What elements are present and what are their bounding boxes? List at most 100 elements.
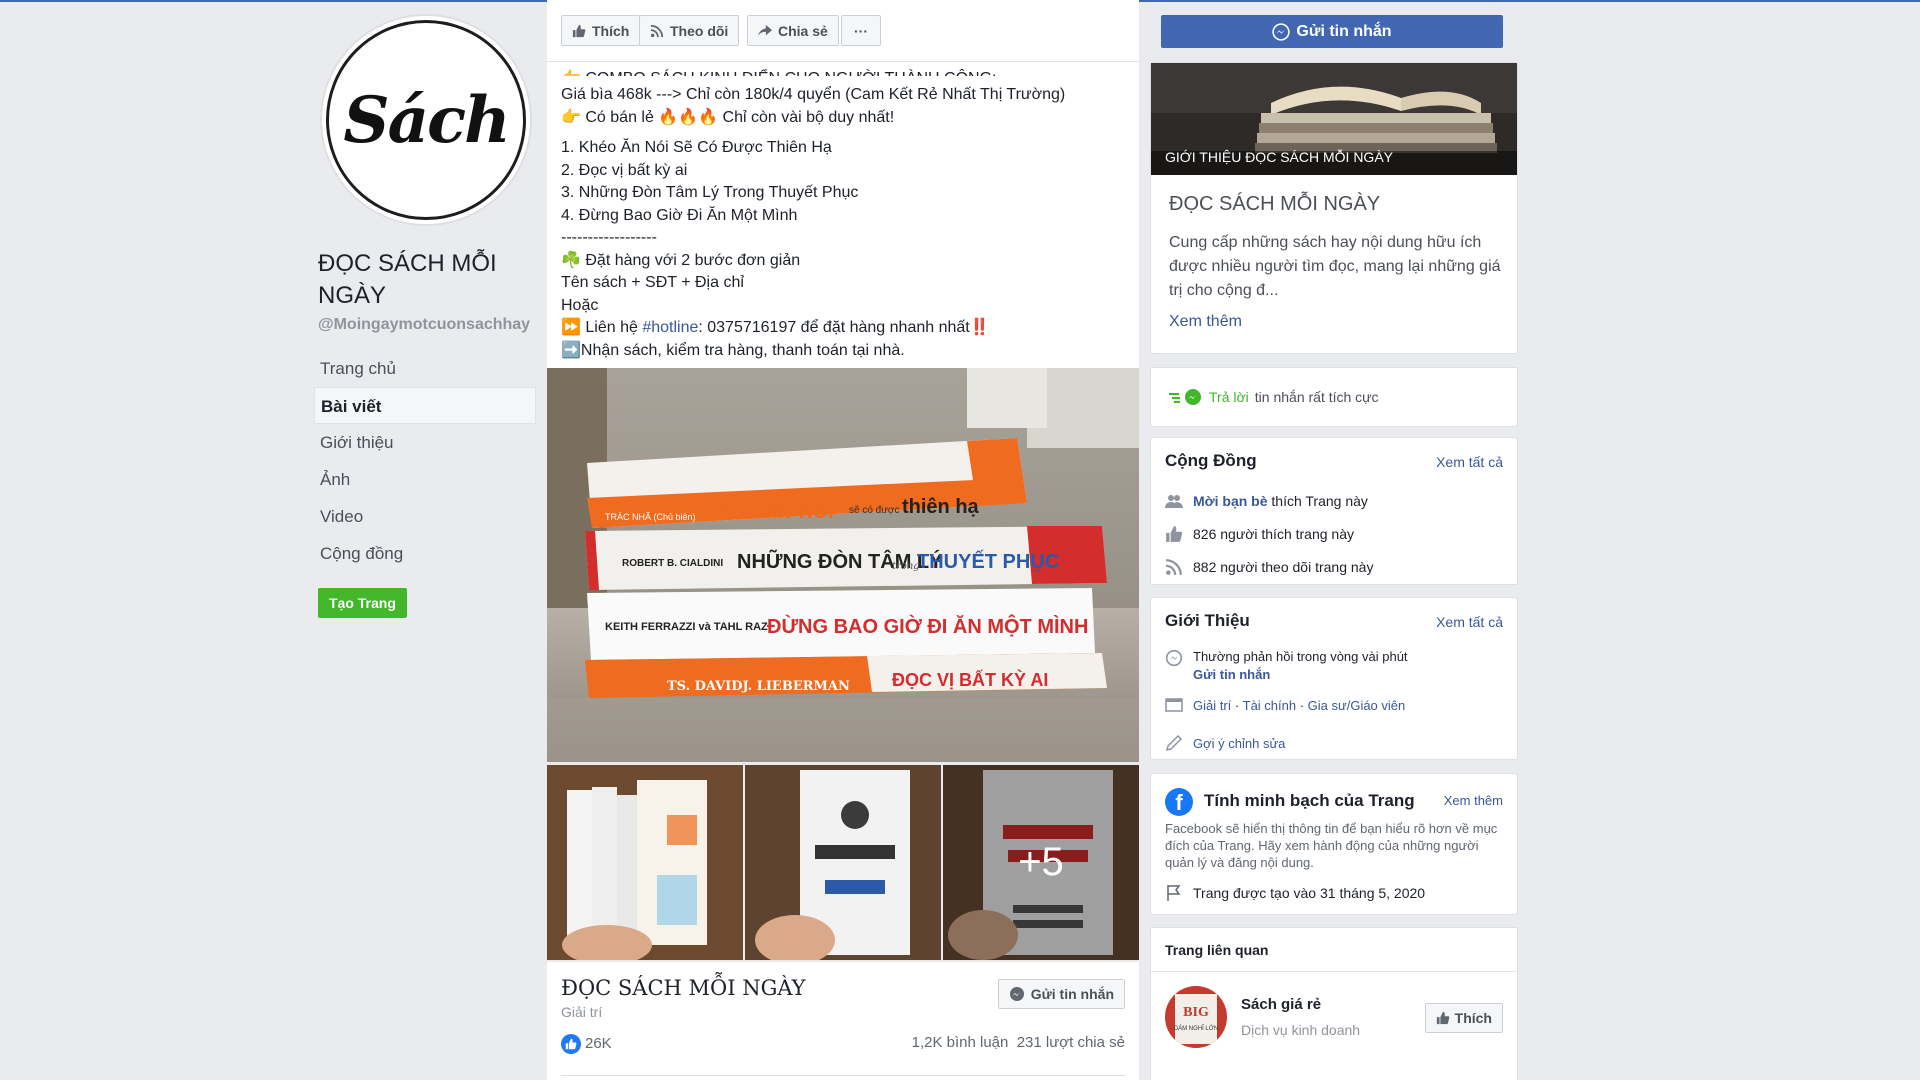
intro-send-message-link[interactable]: Gửi tin nhắn — [1193, 666, 1408, 684]
book1-author: TRÁC NHÃ (Chủ biên) — [605, 512, 696, 522]
intro-title: Giới Thiệu — [1165, 611, 1250, 630]
intro-category-row: Giải trí · Tài chính · Gia sư/Giáo viên — [1165, 696, 1405, 714]
post-divider — [561, 1075, 1125, 1076]
avatar-logo: Sách — [326, 20, 526, 220]
share-arrow-icon — [758, 24, 772, 36]
related-pages-title: Trang liên quan — [1165, 942, 1269, 958]
post-photo-thumb[interactable] — [547, 765, 743, 960]
about-see-more-link[interactable]: Xem thêm — [1169, 313, 1242, 331]
post-shares-count[interactable]: 231 lượt chia sẻ — [1017, 1034, 1125, 1051]
thumbs-up-icon — [1166, 526, 1183, 542]
rss-icon — [1166, 559, 1182, 575]
book1-sub: sẽ có được — [849, 505, 900, 516]
post-send-message-button[interactable]: Gửi tin nhắn — [997, 979, 1125, 1009]
response-green-text: Trả lời — [1209, 389, 1249, 405]
invite-friends-link[interactable]: Mời bạn bè — [1193, 493, 1268, 509]
nav-item-posts[interactable]: Bài viết — [314, 387, 536, 424]
book1-end: thiên hạ — [902, 496, 980, 518]
related-like-button[interactable]: Thích — [1424, 1003, 1503, 1033]
nav-item-photos[interactable]: Ảnh — [314, 461, 536, 498]
send-message-button[interactable]: Gửi tin nhắn — [1161, 15, 1503, 48]
page-title[interactable]: ĐỌC SÁCH MỖI NGÀY — [318, 248, 538, 312]
create-page-button[interactable]: Tạo Trang — [318, 588, 407, 618]
related-avatar-text1: BIG — [1183, 1005, 1209, 1020]
nav-item-about[interactable]: Giới thiệu — [314, 424, 536, 461]
community-title: Cộng Đồng — [1165, 451, 1257, 470]
nav-item-video[interactable]: Video — [314, 498, 536, 535]
post-book-item: 3. Những Đòn Tâm Lý Trong Thuyết Phục — [561, 184, 859, 201]
transparency-title: Tính minh bạch của Trang — [1204, 791, 1415, 810]
thumbs-up-icon — [1436, 1011, 1449, 1025]
community-invite-row: Mời bạn bè thích Trang này — [1165, 492, 1368, 510]
post-book-item: 4. Đừng Bao Giờ Đi Ăn Một Mình — [561, 206, 798, 224]
thumb-image — [547, 765, 743, 960]
suggest-edits-link[interactable]: Gợi ý chỉnh sửa — [1193, 736, 1285, 751]
follow-page-button[interactable]: Theo dõi — [639, 15, 740, 46]
more-photos-count: +5 — [943, 765, 1139, 960]
post-main-photo[interactable]: TRÁC NHÃ (Chủ biên) Khéo ăn nói sẽ có đư… — [547, 368, 1139, 762]
related-page-name[interactable]: Sách giá rẻ — [1241, 996, 1321, 1013]
page-action-bar: Thích Theo dõi Chia sẻ ··· — [547, 0, 1139, 62]
post-order-line: ☘️ Đặt hàng với 2 bước đơn giản — [561, 251, 801, 269]
people-icon — [1165, 495, 1183, 508]
flag-icon — [1167, 885, 1181, 901]
page-nav: Trang chủ Bài viết Giới thiệu Ảnh Video … — [314, 350, 538, 572]
transparency-created-row: Trang được tạo vào 31 tháng 5, 2020 — [1165, 884, 1425, 902]
related-page-avatar[interactable]: BIG DÁM NGHĨ LỚN — [1165, 986, 1227, 1048]
intro-see-all-link[interactable]: Xem tất cả — [1436, 614, 1503, 630]
intro-category-link[interactable]: Tài chính — [1243, 698, 1296, 713]
transparency-created-text: Trang được tạo vào 31 tháng 5, 2020 — [1193, 885, 1426, 901]
related-pages-card: Trang liên quan BIG DÁM NGHĨ LỚN Sách gi… — [1150, 927, 1518, 1080]
intro-card: Giới Thiệu Xem tất cả Thường phản hồi tr… — [1150, 597, 1518, 760]
community-likes-text: 826 người thích trang này — [1193, 526, 1354, 542]
thumb-image — [745, 765, 941, 960]
post-likes-count: 26K — [585, 1034, 612, 1052]
post-engagement: 1,2K bình luận 231 lượt chia sẻ — [912, 1034, 1125, 1054]
share-page-button[interactable]: Chia sẻ — [747, 15, 839, 46]
book4-title: ĐỌC VỊ BẤT KỲ AI — [892, 669, 1048, 690]
post-cut-line: 👉 COMBO SÁCH KINH ĐIỂN CHO NGƯỜI THÀNH C… — [561, 68, 1125, 76]
post-photo-thumb-more[interactable]: +5 — [943, 765, 1139, 960]
community-see-all-link[interactable]: Xem tất cả — [1436, 454, 1503, 470]
fast-response-icon — [1169, 389, 1201, 405]
page-handle[interactable]: @Moingaymotcuonsachhay — [318, 316, 538, 334]
book1-title: Khéo ăn nói — [697, 497, 834, 524]
community-likes-row: 826 người thích trang này — [1165, 525, 1354, 543]
send-message-label: Gửi tin nhắn — [1296, 22, 1392, 40]
transparency-card: f Tính minh bạch của Trang Xem thêm Face… — [1150, 773, 1518, 915]
intro-category-link[interactable]: Gia sư/Giáo viên — [1308, 698, 1406, 713]
book2-end: THUYẾT PHỤC — [917, 550, 1059, 573]
pencil-icon — [1165, 734, 1183, 752]
book3-author: KEITH FERRAZZI và TAHL RAZ — [605, 621, 768, 633]
hotline-hashtag[interactable]: #hotline — [642, 319, 698, 336]
community-follows-text: 882 người theo dõi trang này — [1193, 559, 1374, 575]
like-page-button[interactable]: Thích — [561, 15, 641, 46]
intro-category-link[interactable]: Giải trí — [1193, 698, 1231, 713]
post-or: Hoặc — [561, 296, 599, 314]
book-stack-image: TRÁC NHÃ (Chủ biên) Khéo ăn nói sẽ có đư… — [547, 368, 1139, 762]
follow-label: Theo dõi — [670, 22, 729, 39]
nav-item-home[interactable]: Trang chủ — [314, 350, 536, 387]
transparency-see-more-link[interactable]: Xem thêm — [1444, 793, 1503, 808]
post-book-item: 2. Đọc vị bất kỳ ai — [561, 161, 688, 179]
about-image-label: GIỚI THIỆU ĐỌC SÁCH MỖI NGÀY — [1165, 149, 1393, 165]
post-send-message-label: Gửi tin nhắn — [1030, 986, 1114, 1002]
more-options-button[interactable]: ··· — [841, 15, 881, 46]
post-body: 👉 COMBO SÁCH KINH ĐIỂN CHO NGƯỜI THÀNH C… — [547, 62, 1139, 368]
post-likes[interactable]: 26K — [561, 1034, 612, 1054]
post-photo-thumb[interactable] — [745, 765, 941, 960]
contact-prefix: ⏩ Liên hệ — [561, 319, 643, 336]
book2-sub: trong — [892, 561, 920, 572]
post-price-line: Giá bìa 468k ---> Chỉ còn 180k/4 quyển (… — [561, 86, 1066, 103]
nav-item-community[interactable]: Cộng đồng — [314, 535, 536, 572]
related-page-category: Dịch vụ kinh doanh — [1241, 1022, 1361, 1038]
post-comments-count[interactable]: 1,2K bình luận — [912, 1034, 1009, 1051]
page-avatar[interactable]: Sách — [320, 14, 532, 226]
like-label: Thích — [592, 22, 630, 39]
post-retail-line: 👉 Có bán lẻ 🔥🔥🔥 Chỉ còn vài bộ duy nhất! — [561, 108, 895, 126]
messenger-icon — [1272, 22, 1291, 41]
messenger-icon — [1165, 649, 1183, 667]
response-badge: Trả lời tin nhắn rất tích cực — [1169, 388, 1379, 406]
about-cover-image[interactable]: GIỚI THIỆU ĐỌC SÁCH MỖI NGÀY — [1151, 63, 1517, 175]
intro-response-row: Thường phản hồi trong vòng vài phút Gửi … — [1165, 648, 1408, 684]
